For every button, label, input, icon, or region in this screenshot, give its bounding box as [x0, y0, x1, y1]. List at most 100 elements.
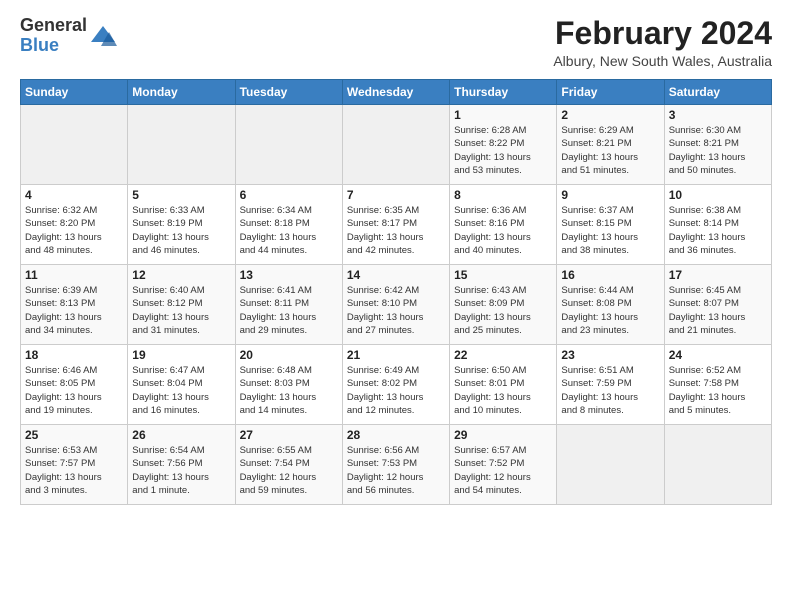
day-info: Sunrise: 6:52 AM Sunset: 7:58 PM Dayligh…: [669, 364, 767, 417]
day-number: 18: [25, 348, 123, 362]
day-info: Sunrise: 6:47 AM Sunset: 8:04 PM Dayligh…: [132, 364, 230, 417]
calendar-cell: 9 Sunrise: 6:37 AM Sunset: 8:15 PM Daylig…: [557, 185, 664, 265]
day-number: 9: [561, 188, 659, 202]
calendar-cell: 8Sunrise: 6:36 AM Sunset: 8:16 PM Daylig…: [450, 185, 557, 265]
day-info: Sunrise: 6:48 AM Sunset: 8:03 PM Dayligh…: [240, 364, 338, 417]
day-info: Sunrise: 6:37 AM Sunset: 8:15 PM Dayligh…: [561, 204, 659, 257]
day-of-week-thursday: Thursday: [450, 80, 557, 105]
day-number: 2: [561, 108, 659, 122]
day-number: 7: [347, 188, 445, 202]
calendar-cell: 18 Sunrise: 6:46 AM Sunset: 8:05 PM Dayli…: [21, 345, 128, 425]
calendar-cell: 20 Sunrise: 6:48 AM Sunset: 8:03 PM Dayli…: [235, 345, 342, 425]
calendar-cell: 27 Sunrise: 6:55 AM Sunset: 7:54 PM Dayli…: [235, 425, 342, 505]
day-info: Sunrise: 6:50 AM Sunset: 8:01 PM Dayligh…: [454, 364, 552, 417]
day-info: Sunrise: 6:41 AM Sunset: 8:11 PM Dayligh…: [240, 284, 338, 337]
day-of-week-wednesday: Wednesday: [342, 80, 449, 105]
calendar-cell: 7 Sunrise: 6:35 AM Sunset: 8:17 PM Daylig…: [342, 185, 449, 265]
day-info: Sunrise: 6:44 AM Sunset: 8:08 PM Dayligh…: [561, 284, 659, 337]
calendar-cell: 12Sunrise: 6:40 AM Sunset: 8:12 PM Dayli…: [128, 265, 235, 345]
day-info: Sunrise: 6:55 AM Sunset: 7:54 PM Dayligh…: [240, 444, 338, 497]
day-info: Sunrise: 6:49 AM Sunset: 8:02 PM Dayligh…: [347, 364, 445, 417]
day-number: 13: [240, 268, 338, 282]
calendar-cell: [664, 425, 771, 505]
subtitle: Albury, New South Wales, Australia: [553, 53, 772, 69]
day-number: 10: [669, 188, 767, 202]
day-number: 3: [669, 108, 767, 122]
day-info: Sunrise: 6:33 AM Sunset: 8:19 PM Dayligh…: [132, 204, 230, 257]
day-number: 23: [561, 348, 659, 362]
logo-icon: [89, 22, 117, 50]
calendar-cell: 13 Sunrise: 6:41 AM Sunset: 8:11 PM Dayli…: [235, 265, 342, 345]
calendar-cell: 5 Sunrise: 6:33 AM Sunset: 8:19 PM Daylig…: [128, 185, 235, 265]
day-number: 15: [454, 268, 552, 282]
day-number: 25: [25, 428, 123, 442]
calendar-week-2: 4 Sunrise: 6:32 AM Sunset: 8:20 PM Daylig…: [21, 185, 772, 265]
calendar-cell: 4 Sunrise: 6:32 AM Sunset: 8:20 PM Daylig…: [21, 185, 128, 265]
day-number: 17: [669, 268, 767, 282]
day-number: 8: [454, 188, 552, 202]
day-info: Sunrise: 6:34 AM Sunset: 8:18 PM Dayligh…: [240, 204, 338, 257]
calendar-cell: 22 Sunrise: 6:50 AM Sunset: 8:01 PM Dayli…: [450, 345, 557, 425]
day-info: Sunrise: 6:45 AM Sunset: 8:07 PM Dayligh…: [669, 284, 767, 337]
day-info: Sunrise: 6:32 AM Sunset: 8:20 PM Dayligh…: [25, 204, 123, 257]
day-number: 12: [132, 268, 230, 282]
day-info: Sunrise: 6:43 AM Sunset: 8:09 PM Dayligh…: [454, 284, 552, 337]
day-info: Sunrise: 6:46 AM Sunset: 8:05 PM Dayligh…: [25, 364, 123, 417]
day-of-week-saturday: Saturday: [664, 80, 771, 105]
calendar-cell: 25 Sunrise: 6:53 AM Sunset: 7:57 PM Dayli…: [21, 425, 128, 505]
day-number: 27: [240, 428, 338, 442]
day-number: 11: [25, 268, 123, 282]
calendar-week-4: 18 Sunrise: 6:46 AM Sunset: 8:05 PM Dayli…: [21, 345, 772, 425]
calendar-cell: 10Sunrise: 6:38 AM Sunset: 8:14 PM Dayli…: [664, 185, 771, 265]
calendar-cell: 19 Sunrise: 6:47 AM Sunset: 8:04 PM Dayli…: [128, 345, 235, 425]
calendar-cell: 23 Sunrise: 6:51 AM Sunset: 7:59 PM Dayli…: [557, 345, 664, 425]
day-info: Sunrise: 6:57 AM Sunset: 7:52 PM Dayligh…: [454, 444, 552, 497]
page: General Blue February 2024 Albury, New S…: [0, 0, 792, 612]
day-number: 28: [347, 428, 445, 442]
calendar-cell: [342, 105, 449, 185]
calendar-cell: 11 Sunrise: 6:39 AM Sunset: 8:13 PM Dayli…: [21, 265, 128, 345]
day-info: Sunrise: 6:30 AM Sunset: 8:21 PM Dayligh…: [669, 124, 767, 177]
calendar-cell: 29Sunrise: 6:57 AM Sunset: 7:52 PM Dayli…: [450, 425, 557, 505]
calendar-cell: 15 Sunrise: 6:43 AM Sunset: 8:09 PM Dayli…: [450, 265, 557, 345]
calendar-cell: [235, 105, 342, 185]
logo-general: General: [20, 15, 87, 35]
day-number: 5: [132, 188, 230, 202]
calendar-week-5: 25 Sunrise: 6:53 AM Sunset: 7:57 PM Dayli…: [21, 425, 772, 505]
calendar-cell: 14Sunrise: 6:42 AM Sunset: 8:10 PM Dayli…: [342, 265, 449, 345]
calendar-cell: [557, 425, 664, 505]
day-number: 14: [347, 268, 445, 282]
calendar-cell: [21, 105, 128, 185]
day-number: 24: [669, 348, 767, 362]
day-number: 19: [132, 348, 230, 362]
day-number: 4: [25, 188, 123, 202]
day-of-week-tuesday: Tuesday: [235, 80, 342, 105]
logo-text: General Blue: [20, 16, 87, 56]
day-number: 16: [561, 268, 659, 282]
calendar-week-1: 1Sunrise: 6:28 AM Sunset: 8:22 PM Daylig…: [21, 105, 772, 185]
calendar-cell: 21Sunrise: 6:49 AM Sunset: 8:02 PM Dayli…: [342, 345, 449, 425]
calendar-header-row: SundayMondayTuesdayWednesdayThursdayFrid…: [21, 80, 772, 105]
logo: General Blue: [20, 16, 117, 56]
day-info: Sunrise: 6:53 AM Sunset: 7:57 PM Dayligh…: [25, 444, 123, 497]
calendar-cell: 26 Sunrise: 6:54 AM Sunset: 7:56 PM Dayli…: [128, 425, 235, 505]
calendar-cell: 16 Sunrise: 6:44 AM Sunset: 8:08 PM Dayli…: [557, 265, 664, 345]
day-info: Sunrise: 6:39 AM Sunset: 8:13 PM Dayligh…: [25, 284, 123, 337]
day-info: Sunrise: 6:35 AM Sunset: 8:17 PM Dayligh…: [347, 204, 445, 257]
calendar-cell: 6 Sunrise: 6:34 AM Sunset: 8:18 PM Daylig…: [235, 185, 342, 265]
title-block: February 2024 Albury, New South Wales, A…: [553, 16, 772, 69]
day-number: 26: [132, 428, 230, 442]
day-number: 6: [240, 188, 338, 202]
day-number: 20: [240, 348, 338, 362]
day-info: Sunrise: 6:54 AM Sunset: 7:56 PM Dayligh…: [132, 444, 230, 497]
calendar-cell: 1Sunrise: 6:28 AM Sunset: 8:22 PM Daylig…: [450, 105, 557, 185]
day-info: Sunrise: 6:51 AM Sunset: 7:59 PM Dayligh…: [561, 364, 659, 417]
calendar-cell: 24 Sunrise: 6:52 AM Sunset: 7:58 PM Dayli…: [664, 345, 771, 425]
day-number: 22: [454, 348, 552, 362]
day-number: 1: [454, 108, 552, 122]
calendar-cell: 17 Sunrise: 6:45 AM Sunset: 8:07 PM Dayli…: [664, 265, 771, 345]
day-info: Sunrise: 6:56 AM Sunset: 7:53 PM Dayligh…: [347, 444, 445, 497]
calendar-cell: 3 Sunrise: 6:30 AM Sunset: 8:21 PM Daylig…: [664, 105, 771, 185]
day-of-week-sunday: Sunday: [21, 80, 128, 105]
day-info: Sunrise: 6:29 AM Sunset: 8:21 PM Dayligh…: [561, 124, 659, 177]
